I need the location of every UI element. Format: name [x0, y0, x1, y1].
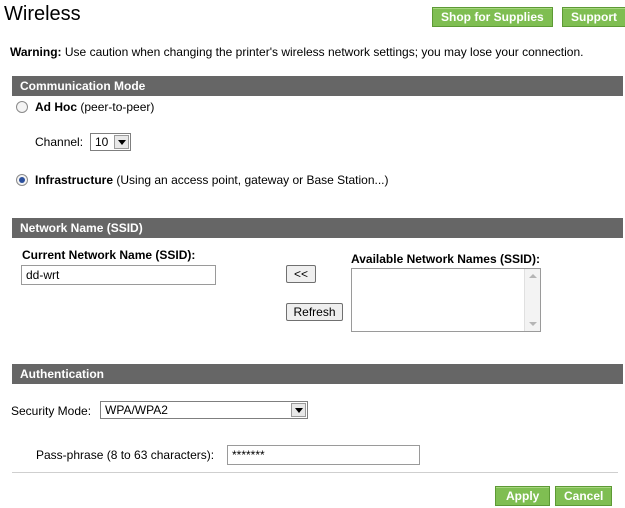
channel-value: 10: [95, 135, 109, 149]
adhoc-desc: (peer-to-peer): [80, 100, 155, 114]
authentication-header: Authentication: [12, 364, 623, 384]
available-ssid-label: Available Network Names (SSID):: [351, 252, 540, 266]
adhoc-radio[interactable]: [16, 101, 28, 113]
cancel-button[interactable]: Cancel: [555, 486, 613, 506]
available-ssid-label-text: Available Network Names (SSID):: [351, 252, 540, 266]
passphrase-label: Pass-phrase (8 to 63 characters):: [36, 448, 215, 462]
channel-select[interactable]: 10: [90, 133, 131, 151]
adhoc-title: Ad Hoc: [35, 100, 77, 114]
refresh-button[interactable]: Refresh: [286, 303, 343, 321]
current-ssid-label-text: Current Network Name (SSID):: [22, 248, 196, 262]
chevron-down-icon: [291, 403, 306, 417]
adhoc-label: Ad Hoc (peer-to-peer): [35, 100, 154, 114]
apply-button[interactable]: Apply: [495, 486, 551, 506]
communication-mode-header: Communication Mode: [12, 76, 623, 96]
current-ssid-input[interactable]: dd-wrt: [21, 265, 216, 285]
chevron-down-icon: [114, 135, 129, 149]
footer-divider: [12, 472, 618, 473]
network-name-header: Network Name (SSID): [12, 218, 623, 238]
shop-for-supplies-button[interactable]: Shop for Supplies: [432, 7, 553, 27]
infrastructure-desc: (Using an access point, gateway or Base …: [116, 173, 389, 187]
warning-message: Warning: Use caution when changing the p…: [10, 45, 583, 59]
channel-label: Channel:: [35, 135, 84, 149]
scroll-up-icon[interactable]: [529, 274, 537, 278]
infrastructure-title: Infrastructure: [35, 173, 114, 187]
list-scrollbar[interactable]: [524, 269, 540, 331]
warning-text: Use caution when changing the printer's …: [64, 45, 584, 59]
security-mode-value: WPA/WPA2: [105, 403, 168, 417]
current-ssid-label: Current Network Name (SSID):: [22, 248, 195, 262]
infrastructure-radio[interactable]: [16, 174, 28, 186]
security-mode-select[interactable]: WPA/WPA2: [100, 401, 308, 419]
support-button[interactable]: Support: [562, 7, 625, 27]
security-mode-label: Security Mode:: [11, 404, 92, 418]
move-ssid-button[interactable]: <<: [286, 265, 316, 283]
infrastructure-label: Infrastructure (Using an access point, g…: [35, 173, 389, 187]
passphrase-input[interactable]: *******: [227, 445, 420, 465]
available-ssid-list[interactable]: [351, 268, 541, 332]
scroll-down-icon[interactable]: [529, 322, 537, 326]
page-title: Wireless: [4, 3, 81, 25]
warning-label: Warning:: [10, 45, 62, 59]
